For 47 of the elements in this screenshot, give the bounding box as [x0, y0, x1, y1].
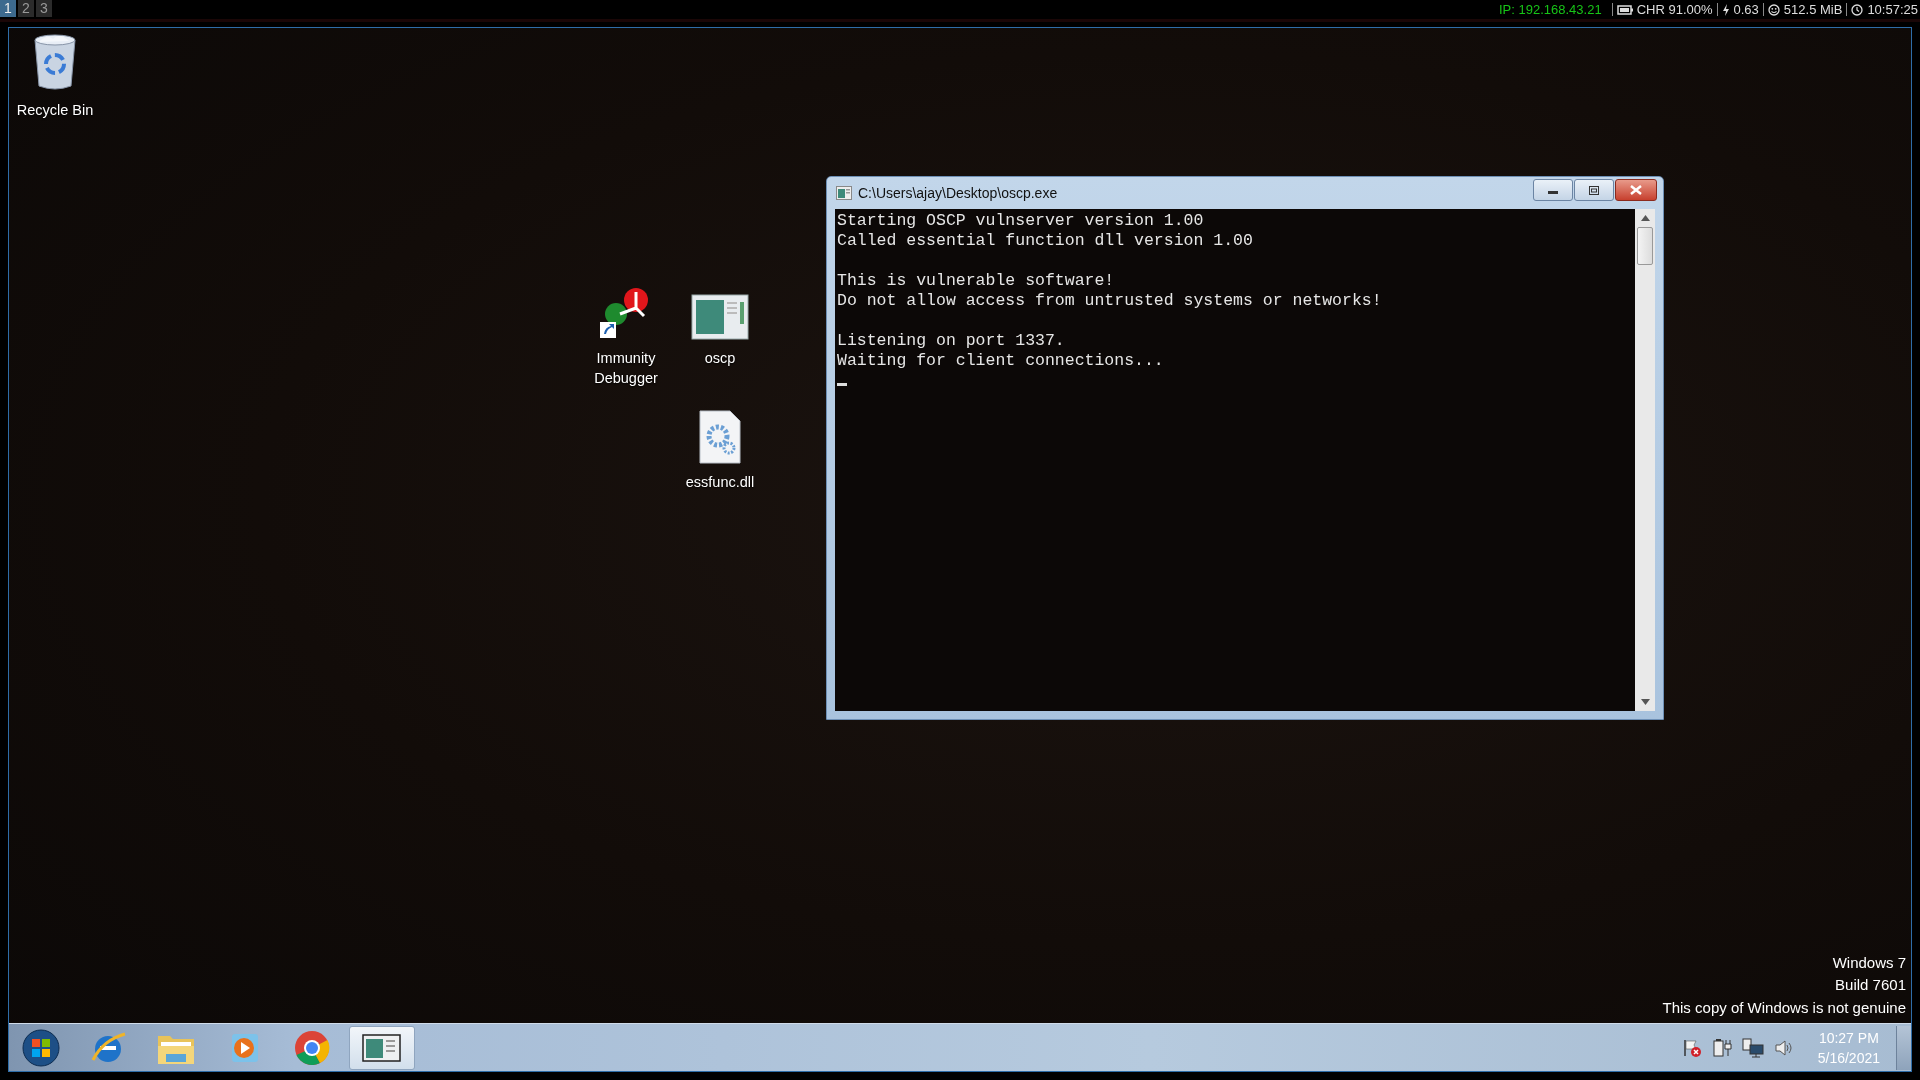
console-line: This is vulnerable software! [837, 271, 1116, 291]
os-notice-text: Build 7601 [1834, 975, 1906, 995]
battery-plug-icon[interactable] [1711, 1037, 1732, 1058]
console-app-icon [836, 186, 852, 200]
os-notice-text: This copy of Windows is not genuine [1662, 997, 1906, 1018]
workspace-tab[interactable]: 2 [18, 0, 34, 17]
battery-status: CHR 91.00% [1636, 2, 1713, 17]
desktop-icon-label[interactable]: Immunity Debugger [581, 348, 671, 388]
text-cursor [837, 383, 847, 386]
workspace-tab[interactable]: 3 [36, 0, 52, 17]
network-icon[interactable] [1741, 1037, 1764, 1058]
battery-icon [1616, 4, 1633, 15]
desktop-icon-label[interactable]: essfunc.dll [685, 472, 755, 492]
workspace-tab[interactable]: 1 [0, 0, 16, 17]
clock-time: 10:57:25 [1867, 2, 1918, 17]
start-orb-icon [21, 1027, 61, 1068]
taskbar-button[interactable] [349, 1025, 415, 1070]
console-line: Waiting for client connections... [837, 351, 1165, 371]
desktop-icon-label[interactable]: oscp [704, 348, 736, 368]
maximize-button[interactable] [1574, 179, 1614, 201]
window-title: C:\Users\ajay\Desktop\oscp.exe [858, 185, 1059, 201]
lightning-icon [1721, 3, 1730, 16]
restore-icon [1589, 185, 1599, 195]
close-icon [1630, 185, 1642, 195]
application-window-icon [362, 1033, 402, 1062]
os-notice-text: Windows 7 [1831, 952, 1906, 973]
load-average: 0.63 [1733, 2, 1759, 17]
application-window-icon[interactable] [691, 294, 749, 340]
close-button[interactable] [1615, 179, 1657, 201]
minimize-button[interactable] [1533, 179, 1573, 201]
gear-file-icon[interactable] [698, 410, 742, 464]
console-line: Called essential function dll version 1.00 [837, 231, 1254, 251]
console-line: Listening on port 1337. [837, 331, 1066, 351]
scroll-thumb[interactable] [1637, 227, 1653, 265]
clock-icon [1851, 3, 1864, 16]
chrome-icon [293, 1028, 331, 1067]
console-line: Starting OSCP vulnserver version 1.00 [837, 211, 1205, 231]
speaker-icon[interactable] [1773, 1037, 1794, 1058]
flag-error-icon[interactable] [1681, 1037, 1702, 1058]
console-line: Do not allow access from untrusted systems or networks! [837, 291, 1383, 311]
scroll-down-icon[interactable] [1640, 699, 1650, 705]
smiley-icon [1767, 3, 1780, 16]
scrollbar[interactable] [1635, 209, 1655, 711]
desktop-icon-label[interactable]: Recycle Bin [16, 100, 94, 120]
scroll-up-icon[interactable] [1640, 215, 1650, 221]
memory-usage: 512.5 MiB [1783, 2, 1843, 17]
ip-address: IP: 192.168.43.21 [1499, 2, 1602, 17]
